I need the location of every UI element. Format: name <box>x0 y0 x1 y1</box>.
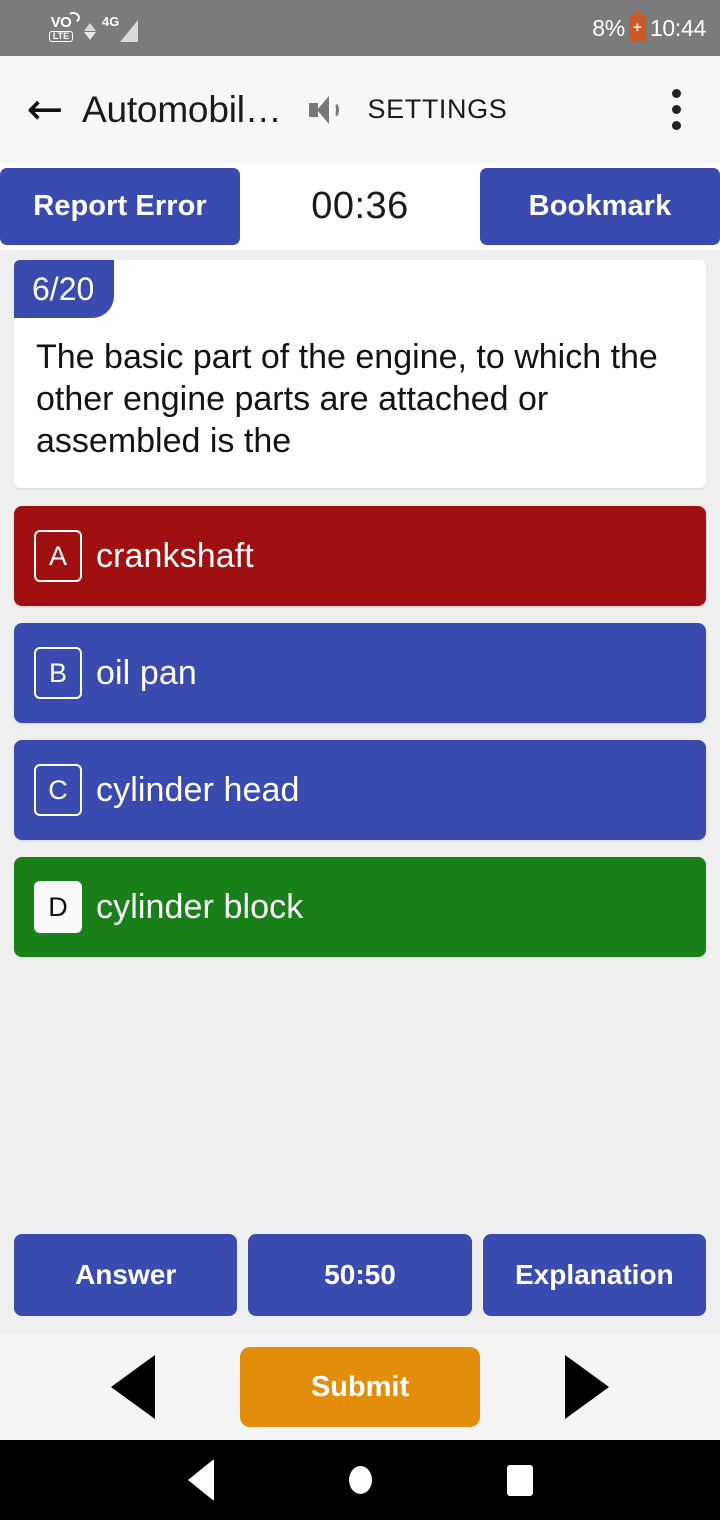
question-card: 6/20 The basic part of the engine, to wh… <box>14 260 706 489</box>
signal-strength-icon: 4G <box>102 13 139 42</box>
page-title: Automobil… <box>82 88 282 130</box>
back-arrow-icon[interactable] <box>22 87 68 133</box>
quiz-timer: 00:36 <box>311 185 409 227</box>
option-c[interactable]: C cylinder head <box>14 740 706 841</box>
status-bar-right: 8% + 10:44 <box>592 11 706 42</box>
previous-question-button[interactable] <box>78 1355 188 1419</box>
signal-bars-icon <box>120 19 139 42</box>
fifty-fifty-button[interactable]: 50:50 <box>248 1234 472 1316</box>
previous-triangle-icon <box>111 1355 155 1419</box>
android-back-icon[interactable] <box>187 1459 214 1501</box>
option-a-label: crankshaft <box>96 536 254 575</box>
network-type-label: 4G <box>102 13 120 29</box>
clock-label: 10:44 <box>649 14 706 41</box>
dot <box>671 89 681 98</box>
volte-signal-arc-icon <box>66 10 81 24</box>
option-b[interactable]: B oil pan <box>14 623 706 724</box>
quiz-action-row: Answer 50:50 Explanation <box>14 1234 706 1334</box>
report-error-button[interactable]: Report Error <box>0 168 240 245</box>
status-bar: VO LTE 4G 8% + 10:44 <box>0 0 720 56</box>
android-recents-icon[interactable] <box>506 1464 533 1496</box>
bookmark-button[interactable]: Bookmark <box>480 168 720 245</box>
data-down-arrow-icon <box>84 31 96 40</box>
answer-button[interactable]: Answer <box>14 1234 238 1316</box>
status-bar-left: VO LTE 4G <box>14 10 139 42</box>
volte-bottom-label: LTE <box>48 30 74 42</box>
next-triangle-icon <box>565 1355 609 1419</box>
option-b-label: oil pan <box>96 653 197 692</box>
quiz-content: 6/20 The basic part of the engine, to wh… <box>0 250 720 1334</box>
question-text: The basic part of the engine, to which t… <box>36 338 658 461</box>
battery-plus-glyph: + <box>633 18 642 36</box>
settings-button[interactable]: SETTINGS <box>368 94 508 125</box>
quiz-toolbar: Report Error 00:36 Bookmark <box>0 163 720 250</box>
app-bar: Automobil… SETTINGS <box>0 56 720 163</box>
explanation-button[interactable]: Explanation <box>482 1234 706 1316</box>
dot <box>671 105 681 114</box>
battery-percent-label: 8% <box>592 14 625 41</box>
speaker-cone <box>316 95 329 124</box>
android-navigation-bar <box>0 1440 720 1520</box>
app-screen: VO LTE 4G 8% + 10:44 Automobil… SET <box>0 0 720 1520</box>
option-a[interactable]: A crankshaft <box>14 506 706 607</box>
option-d-label: cylinder block <box>96 887 304 926</box>
android-home-icon[interactable] <box>348 1466 372 1494</box>
option-c-label: cylinder head <box>96 770 300 809</box>
more-vertical-icon[interactable] <box>654 87 698 133</box>
question-counter-badge: 6/20 <box>14 260 115 318</box>
speaker-wave <box>330 101 339 118</box>
data-transfer-arrows-icon <box>84 22 96 40</box>
option-d-letter: D <box>34 881 82 934</box>
option-d[interactable]: D cylinder block <box>14 857 706 958</box>
submit-button[interactable]: Submit <box>240 1347 480 1427</box>
volte-icon: VO LTE <box>44 10 81 42</box>
bottom-navigation-bar: Submit <box>0 1334 720 1440</box>
next-question-button[interactable] <box>532 1355 642 1419</box>
volume-speaker-icon[interactable] <box>304 90 344 130</box>
dot <box>671 121 681 130</box>
option-b-letter: B <box>34 647 82 700</box>
option-c-letter: C <box>34 764 82 817</box>
battery-charging-icon: + <box>628 11 646 42</box>
data-up-arrow-icon <box>84 22 96 31</box>
option-a-letter: A <box>34 530 82 583</box>
